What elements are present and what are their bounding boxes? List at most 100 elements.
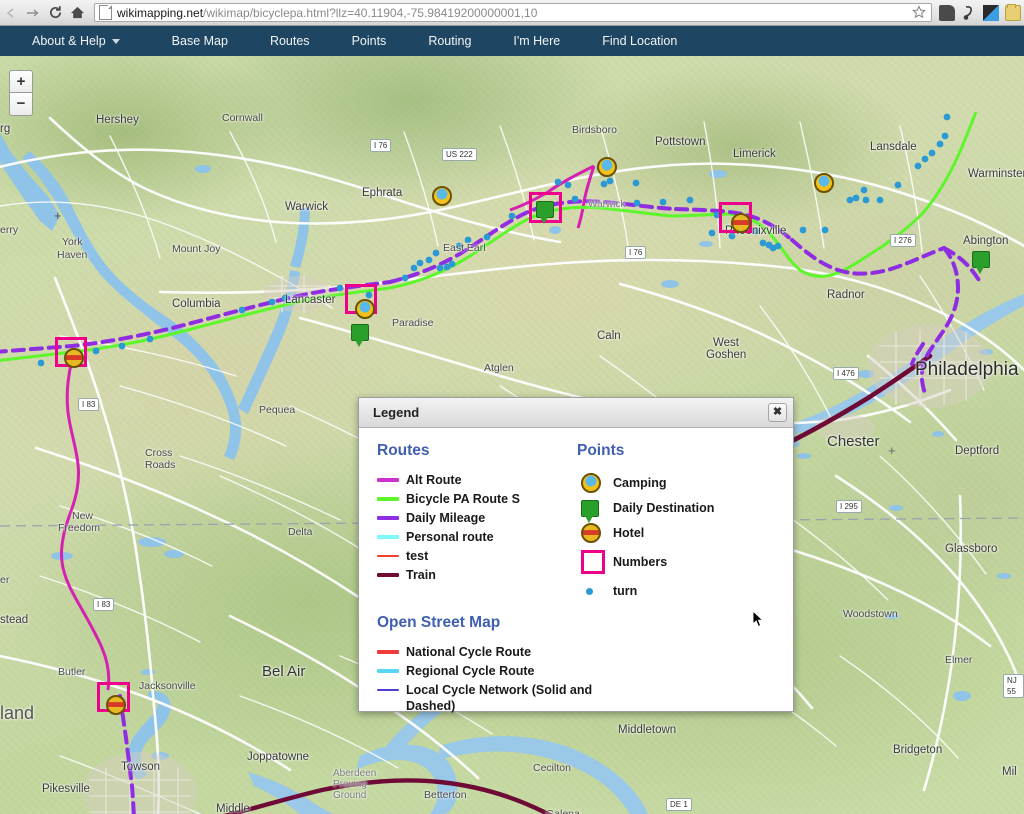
camping-marker-icon [581,473,601,493]
turn-dot-icon [586,587,593,595]
legend-routes-heading: Routes [377,442,430,459]
legend-points-heading: Points [577,442,625,459]
color-square-inner [983,4,999,21]
legend-item-label: turn [613,584,638,598]
hotel-marker-icon[interactable] [106,695,126,715]
browser-chrome: wikimapping.net/wikimap/bicyclepa.html?l… [0,0,1024,26]
legend-item-label: Numbers [613,555,668,569]
legend-osm-item: Regional Cycle Route [377,663,607,679]
evernote-extension-icon[interactable] [939,4,955,21]
legend-color-swatch [377,516,399,520]
legend-item-label: Daily Mileage [406,511,486,525]
daily-destination-marker-icon[interactable] [536,201,554,224]
legend-item-label: Bicycle PA Route S [406,492,520,506]
zoom-out-button[interactable]: − [9,93,33,116]
map-secondary-crosshair: + [888,443,896,458]
hotel-marker-icon[interactable] [64,348,84,368]
star-bookmark-icon[interactable] [911,4,927,21]
legend-item-label: Alt Route [406,473,462,487]
legend-item-label: National Cycle Route [406,645,532,659]
road-shield-label: I 83 [78,398,100,411]
legend-header[interactable]: Legend ✖ [359,398,793,428]
nav-item-label: Routes [269,34,310,48]
home-icon[interactable] [66,2,88,24]
url-path: /wikimap/bicyclepa.html?llz=40.11904,-75… [203,5,538,20]
forward-icon[interactable] [22,2,44,24]
legend-item-label: Regional Cycle Route [406,664,535,678]
camping-marker-icon[interactable] [432,186,452,206]
nav-item-label: Base Map [171,34,228,48]
nav-item-label: Points [351,34,387,48]
legend-color-swatch [377,497,399,501]
legend-osm-list: National Cycle Route Regional Cycle Route… [377,644,607,714]
reload-icon[interactable] [44,2,66,24]
legend-item-label: Daily Destination [613,501,715,515]
hotel-marker-icon[interactable] [731,213,751,233]
legend-color-swatch [377,650,399,654]
legend-route-item: Train [377,567,577,583]
legend-panel[interactable]: Legend ✖ Routes Alt Route Bicycle PA Rout… [358,397,794,714]
nav-item-im-here[interactable]: I'm Here [501,26,572,56]
nav-item-routing[interactable]: Routing [416,26,483,56]
pocket-extension-icon[interactable] [961,5,977,21]
nav-item-about-help[interactable]: About & Help [20,26,132,56]
nav-item-routes[interactable]: Routes [258,26,322,56]
nav-item-find-location[interactable]: Find Location [590,26,689,56]
legend-route-item: Bicycle PA Route S [377,491,577,507]
map-zoom-controls[interactable]: + − [9,70,33,116]
legend-item-label: Personal route [406,530,494,544]
nav-item-label: Find Location [602,34,678,48]
map-canvas[interactable]: Hershey Cornwall Birdsboro Pottstown Limeric… [0,56,1024,814]
legend-point-swatch [577,473,613,493]
camping-marker-icon[interactable] [597,157,617,177]
nav-item-base-map[interactable]: Base Map [160,26,240,56]
url-host: wikimapping.net [117,5,204,20]
legend-point-swatch [577,523,613,543]
close-icon[interactable]: ✖ [768,403,787,422]
nav-item-label: I'm Here [513,34,561,48]
legend-points-column: Points Camping Daily Destination Hotel Numb… [577,442,777,605]
page-document-icon [99,5,112,20]
legend-osm-item: National Cycle Route [377,644,607,660]
camping-marker-icon[interactable] [355,299,375,319]
road-shield-label: I 76 [625,246,647,259]
legend-route-item: Alt Route [377,472,577,488]
road-shield-label: NJ 55 [1003,674,1024,698]
daily-destination-marker-icon [581,499,599,523]
legend-osm-heading: Open Street Map [377,614,501,631]
site-navigation-bar: About & Help Base Map Routes Points Rout… [0,26,1024,56]
legend-point-item: Hotel [577,522,777,544]
legend-point-item: Camping [577,472,777,494]
nav-item-label: Routing [428,34,472,48]
daily-destination-marker-icon[interactable] [972,251,990,274]
legend-point-item: Daily Destination [577,497,777,523]
legend-item-label: test [406,549,429,563]
nav-item-points[interactable]: Points [340,26,399,56]
road-shield-label: DE 1 [666,798,692,811]
legend-title: Legend [373,405,420,420]
folder-extension-icon[interactable] [1005,3,1021,21]
legend-point-swatch [577,587,613,595]
address-bar[interactable]: wikimapping.net/wikimap/bicyclepa.html?l… [94,3,932,22]
legend-route-item: Daily Mileage [377,510,577,526]
legend-points-list: Camping Daily Destination Hotel Numbers turn [577,472,777,602]
legend-point-swatch [577,499,613,523]
legend-item-label: Local Cycle Network (Solid and Dashed) [406,683,593,713]
back-icon[interactable] [0,2,22,24]
url-text: wikimapping.net/wikimap/bicyclepa.html?l… [117,6,911,20]
legend-routes-column: Routes Alt Route Bicycle PA Route S Daily … [377,442,577,586]
legend-point-swatch [577,550,613,574]
route-alt-north [576,165,596,229]
legend-routes-list: Alt Route Bicycle PA Route S Daily Mileage… [377,472,577,583]
hotel-marker-icon [581,523,601,543]
legend-osm-item: Local Cycle Network (Solid and Dashed) [377,682,607,714]
legend-color-swatch [377,689,399,691]
daily-destination-marker-icon[interactable] [351,324,369,347]
camping-marker-icon[interactable] [814,173,834,193]
legend-color-swatch [377,573,399,577]
numbers-box-icon [581,550,605,574]
legend-color-swatch [377,478,399,482]
nav-item-label: About & Help [32,34,106,48]
color-square-extension-icon[interactable] [983,4,999,21]
zoom-in-button[interactable]: + [9,70,33,93]
